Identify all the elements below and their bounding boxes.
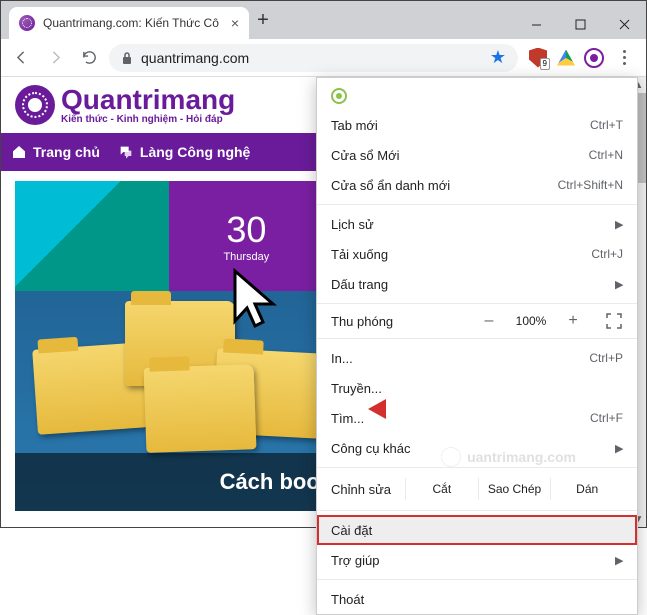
browser-toolbar: quantrimang.com ★ 9 (1, 39, 646, 77)
reload-button[interactable] (75, 44, 103, 72)
menu-edit-label: Chỉnh sửa (331, 482, 405, 497)
menu-separator (317, 338, 637, 339)
menu-settings[interactable]: Cài đặt (317, 515, 637, 545)
edit-paste-button[interactable]: Dán (550, 478, 623, 500)
menu-edit: Chỉnh sửa Cắt Sao Chép Dán (317, 472, 637, 506)
maximize-button[interactable] (558, 9, 602, 39)
lock-icon (121, 51, 133, 65)
menu-new-tab-shortcut: Ctrl+T (551, 118, 623, 132)
menu-separator (317, 510, 637, 511)
profile-button[interactable] (584, 48, 604, 68)
menu-history-label: Lịch sử (331, 217, 535, 232)
logo-text: uantrimang (83, 84, 235, 115)
calendar-number: 30 (223, 209, 269, 251)
brand-icon (331, 88, 347, 104)
menu-new-window-label: Cửa sổ Mới (331, 148, 551, 163)
window-titlebar: Quantrimang.com: Kiến Thức Cô × + (1, 1, 646, 39)
menu-print-shortcut: Ctrl+P (551, 351, 623, 365)
menu-zoom-label: Thu phóng (331, 314, 467, 329)
menu-bookmarks-label: Dấu trang (331, 277, 535, 292)
nav-tech-label: Làng Công nghệ (140, 144, 250, 160)
nav-tech[interactable]: Làng Công nghệ (118, 144, 250, 160)
chrome-menu-button[interactable] (612, 46, 636, 69)
bookmark-star-icon[interactable]: ★ (490, 47, 506, 68)
url-text: quantrimang.com (141, 50, 249, 66)
address-bar[interactable]: quantrimang.com ★ (109, 44, 518, 72)
gdrive-extension-icon[interactable] (556, 48, 576, 68)
new-tab-button[interactable]: + (249, 9, 277, 32)
logo-mark-icon (15, 85, 55, 125)
menu-print-label: In... (331, 351, 551, 366)
menu-new-window-shortcut: Ctrl+N (551, 148, 623, 162)
tab-title: Quantrimang.com: Kiến Thức Cô (43, 16, 219, 30)
menu-exit-label: Thoát (331, 592, 623, 607)
menu-find[interactable]: Tìm... Ctrl+F (317, 403, 637, 433)
chevron-right-icon: ▶ (615, 218, 623, 231)
chevron-right-icon: ▶ (615, 554, 623, 567)
tab-close-button[interactable]: × (231, 15, 239, 31)
menu-new-window[interactable]: Cửa sổ Mới Ctrl+N (317, 140, 637, 170)
edit-copy-button[interactable]: Sao Chép (478, 478, 551, 500)
chevron-right-icon: ▶ (615, 442, 623, 455)
menu-find-shortcut: Ctrl+F (551, 411, 623, 425)
watermark-icon (441, 447, 461, 467)
fullscreen-button[interactable] (605, 312, 623, 330)
menu-brand (317, 78, 637, 110)
minimize-button[interactable] (514, 9, 558, 39)
menu-history[interactable]: Lịch sử ▶ (317, 209, 637, 239)
menu-settings-label: Cài đặt (331, 523, 623, 538)
menu-incognito-shortcut: Ctrl+Shift+N (551, 178, 623, 192)
menu-print[interactable]: In... Ctrl+P (317, 343, 637, 373)
logo-q: Q (61, 84, 83, 115)
menu-new-tab[interactable]: Tab mới Ctrl+T (317, 110, 637, 140)
menu-zoom: Thu phóng – 100% + (317, 308, 637, 334)
forward-button[interactable] (41, 44, 69, 72)
adblock-extension-icon[interactable]: 9 (528, 48, 548, 68)
window-controls (514, 9, 646, 39)
menu-separator (317, 467, 637, 468)
chrome-menu-dropdown: Tab mới Ctrl+T Cửa sổ Mới Ctrl+N Cửa sổ … (316, 77, 638, 615)
zoom-value: 100% (511, 314, 551, 328)
folder-icon (144, 364, 257, 453)
menu-cast[interactable]: Truyền... (317, 373, 637, 403)
back-button[interactable] (7, 44, 35, 72)
favicon-icon (19, 15, 35, 31)
browser-tab[interactable]: Quantrimang.com: Kiến Thức Cô × (9, 7, 249, 39)
menu-separator (317, 204, 637, 205)
annotation-arrow-icon (366, 391, 446, 432)
menu-help-label: Trợ giúp (331, 553, 535, 568)
chat-icon (118, 144, 134, 160)
extensions-area: 9 (524, 46, 640, 69)
menu-incognito[interactable]: Cửa sổ ẩn danh mới Ctrl+Shift+N (317, 170, 637, 200)
menu-separator (317, 579, 637, 580)
logo-tagline: Kiến thức - Kinh nghiệm - Hỏi đáp (61, 114, 235, 125)
tile-graphic (15, 181, 169, 291)
menu-incognito-label: Cửa sổ ẩn danh mới (331, 178, 551, 193)
watermark: uantrimang.com (441, 447, 576, 467)
edit-cut-button[interactable]: Cắt (405, 478, 478, 500)
cursor-arrow-icon (225, 266, 285, 341)
close-button[interactable] (602, 9, 646, 39)
menu-separator (317, 303, 637, 304)
zoom-out-button[interactable]: – (477, 312, 501, 330)
site-logo[interactable]: Quantrimang Kiến thức - Kinh nghiệm - Hỏ… (15, 85, 235, 125)
menu-downloads-label: Tải xuống (331, 247, 551, 262)
menu-downloads[interactable]: Tải xuống Ctrl+J (317, 239, 637, 269)
nav-home[interactable]: Trang chủ (11, 144, 100, 160)
menu-new-tab-label: Tab mới (331, 118, 551, 133)
menu-downloads-shortcut: Ctrl+J (551, 247, 623, 261)
watermark-text: uantrimang.com (467, 449, 576, 465)
adblock-badge: 9 (540, 58, 550, 70)
calendar-day: Thursday (223, 251, 269, 263)
home-icon (11, 144, 27, 160)
nav-home-label: Trang chủ (33, 144, 100, 160)
menu-exit[interactable]: Thoát (317, 584, 637, 614)
zoom-in-button[interactable]: + (561, 312, 585, 330)
menu-bookmarks[interactable]: Dấu trang ▶ (317, 269, 637, 299)
menu-help[interactable]: Trợ giúp ▶ (317, 545, 637, 575)
chevron-right-icon: ▶ (615, 278, 623, 291)
